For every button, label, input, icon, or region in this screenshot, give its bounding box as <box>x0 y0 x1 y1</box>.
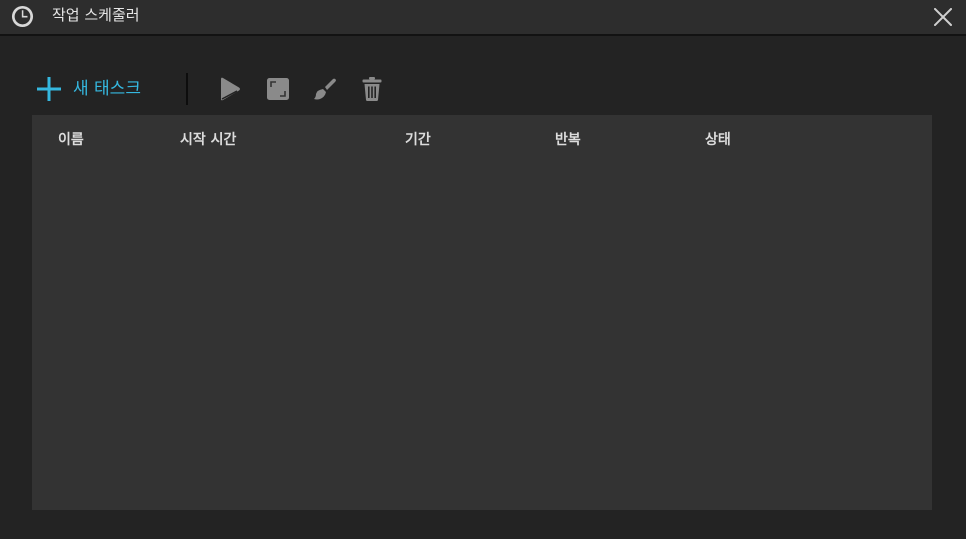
task-table: 이름 시작 시간 기간 반복 상태 <box>32 115 932 510</box>
run-task-button[interactable] <box>217 76 243 102</box>
close-button[interactable] <box>930 4 956 30</box>
task-scheduler-window: 작업 스케줄러 새 태스크 이름 시작 시간 기간 반복 상태 <box>0 0 966 539</box>
stop-icon <box>267 78 289 100</box>
column-header-repeat[interactable]: 반복 <box>555 131 581 149</box>
window-title: 작업 스케줄러 <box>52 6 140 24</box>
column-header-start-time[interactable]: 시작 시간 <box>180 131 236 149</box>
brush-icon <box>314 78 336 100</box>
edit-task-button[interactable] <box>312 76 338 102</box>
toolbar-divider <box>186 73 188 105</box>
plus-icon <box>37 77 61 101</box>
titlebar: 작업 스케줄러 <box>0 0 966 36</box>
column-header-status[interactable]: 상태 <box>705 131 731 149</box>
stop-task-button[interactable] <box>265 76 291 102</box>
new-task-button[interactable]: 새 태스크 <box>36 74 141 104</box>
play-icon <box>221 77 240 101</box>
toolbar: 새 태스크 <box>32 70 932 108</box>
column-header-name[interactable]: 이름 <box>58 131 84 149</box>
new-task-label: 새 태스크 <box>73 79 141 99</box>
column-header-duration[interactable]: 기간 <box>405 131 431 149</box>
trash-icon <box>362 77 382 101</box>
delete-task-button[interactable] <box>359 76 385 102</box>
close-icon <box>934 8 952 26</box>
clock-icon <box>11 5 34 28</box>
